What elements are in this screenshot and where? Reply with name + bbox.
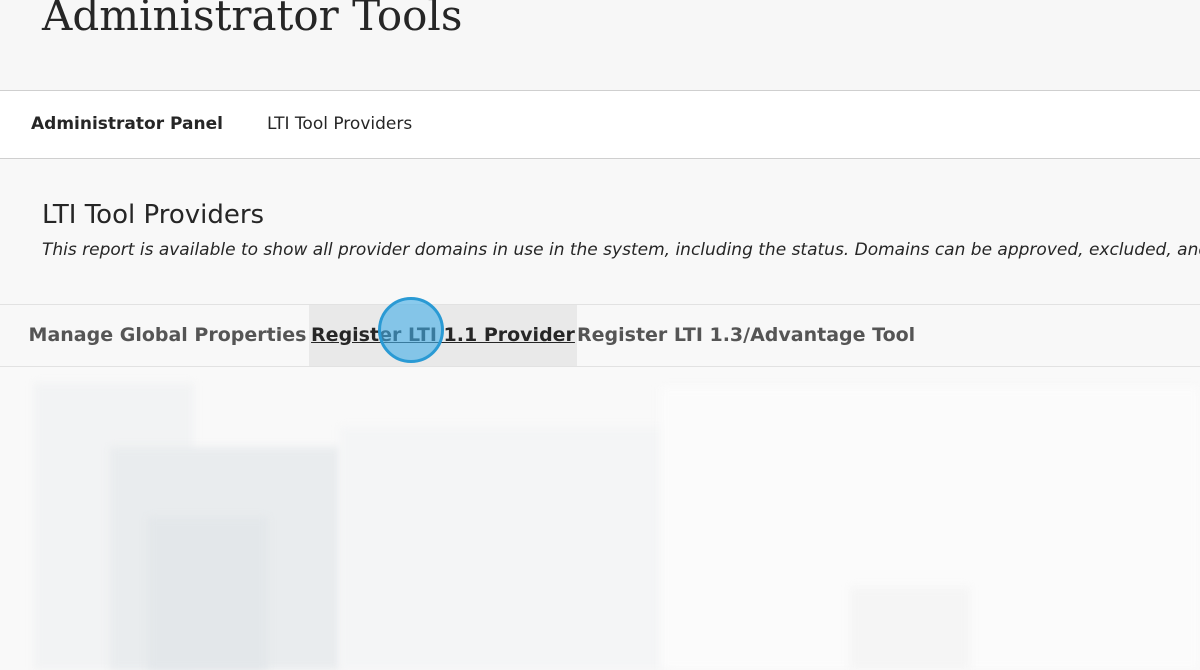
breadcrumb-current-page: LTI Tool Providers	[267, 114, 413, 134]
section-description: This report is available to show all pro…	[42, 240, 1200, 260]
blurred-region	[850, 587, 970, 670]
register-lti-1-3-advantage-tool-label: Register LTI 1.3/Advantage Tool	[577, 324, 916, 346]
page-title: Administrator Tools	[42, 0, 463, 40]
section-title: LTI Tool Providers	[42, 200, 265, 230]
breadcrumb-administrator-panel[interactable]: Administrator Panel	[31, 113, 223, 135]
register-lti-1-3-advantage-tool-button[interactable]: Register LTI 1.3/Advantage Tool	[577, 305, 915, 366]
blurred-region	[340, 427, 670, 670]
register-lti-1-1-provider-button[interactable]: Register LTI 1.1 Provider	[309, 305, 577, 366]
blurred-region	[148, 517, 268, 670]
content-header: LTI Tool Providers This report is availa…	[0, 159, 1200, 305]
page-header: Administrator Tools	[0, 0, 1200, 91]
breadcrumb: Administrator Panel LTI Tool Providers	[0, 91, 1200, 159]
action-bar: Manage Global Properties Register LTI 1.…	[0, 305, 1200, 367]
manage-global-properties-button[interactable]: Manage Global Properties	[26, 305, 309, 366]
blurred-content-area	[0, 367, 1200, 670]
register-lti-1-1-provider-label: Register LTI 1.1 Provider	[311, 324, 575, 346]
page: Administrator Tools Administrator Panel …	[0, 0, 1200, 670]
manage-global-properties-label: Manage Global Properties	[28, 324, 307, 346]
